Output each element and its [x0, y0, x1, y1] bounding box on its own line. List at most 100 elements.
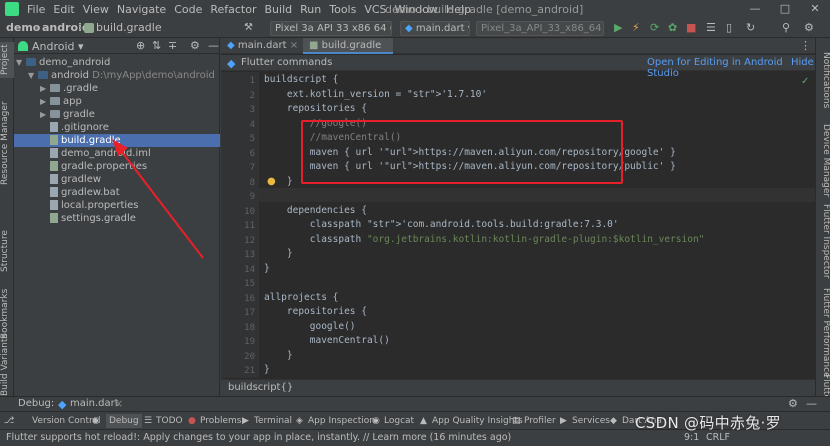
search-icon[interactable]: ⚲	[782, 21, 790, 34]
tab-debug[interactable]: Debug	[106, 414, 142, 428]
menu-build[interactable]: Build	[261, 3, 297, 16]
tool-tab-resource-manager[interactable]: Resource Manager	[0, 88, 14, 198]
tab-profiler[interactable]: Profiler	[524, 414, 556, 428]
locate-file-icon[interactable]: ⊕	[136, 39, 145, 52]
hot-restart-icon[interactable]: ⟳	[650, 21, 659, 34]
collapse-all-icon[interactable]: ∓	[168, 39, 177, 52]
tree-item[interactable]: local.properties	[50, 199, 139, 212]
code-line[interactable]: }	[264, 263, 270, 274]
debug-icon[interactable]: ✿	[668, 21, 677, 34]
code-line[interactable]: classpath "str">'com.android.tools.build…	[264, 219, 619, 230]
line-number: 12	[244, 235, 255, 246]
code-line[interactable]: google()	[264, 321, 356, 332]
tree-item[interactable]: ▶ app	[40, 95, 82, 108]
hot-reload-icon[interactable]: ⚡	[632, 21, 640, 34]
gear-icon[interactable]: ⚙	[190, 39, 200, 52]
minimize-icon[interactable]: —	[740, 0, 770, 18]
tree-item[interactable]: gradlew	[50, 173, 101, 186]
hide-link[interactable]: Hide	[791, 57, 814, 68]
tab-build-gradle[interactable]: ■ build.gradle ×	[303, 38, 393, 67]
breadcrumb-module[interactable]: android	[42, 21, 90, 34]
tab-app-inspection[interactable]: App Inspection	[308, 414, 375, 428]
tree-item[interactable]: .gitignore	[50, 121, 109, 134]
menu-run[interactable]: Run	[296, 3, 325, 16]
tool-tab-device-manager[interactable]: Device Manager	[818, 124, 830, 197]
tab-main-dart[interactable]: ◆ main.dart ×	[221, 38, 303, 54]
lightbulb-icon[interactable]: ●	[267, 176, 276, 187]
menu-code[interactable]: Code	[170, 3, 206, 16]
hide-panel-icon[interactable]: —	[208, 39, 219, 52]
device-manager-icon[interactable]: ▯	[726, 21, 732, 34]
menu-tools[interactable]: Tools	[325, 3, 360, 16]
sdk-manager-icon[interactable]: ☰	[706, 21, 716, 34]
tool-tab-structure[interactable]: Structure	[0, 226, 14, 276]
tab-problems[interactable]: Problems	[200, 414, 241, 428]
tab-app-quality-insights[interactable]: App Quality Insights	[432, 414, 523, 428]
menu-edit[interactable]: Edit	[49, 3, 78, 16]
tab-todo[interactable]: TODO	[156, 414, 183, 428]
breadcrumb-file[interactable]: build.gradle	[96, 21, 162, 34]
flutter-commands-bar: ◆ Flutter commands Open for Editing in A…	[221, 55, 815, 79]
code-line[interactable]: }	[264, 350, 293, 361]
tab-terminal[interactable]: Terminal	[254, 414, 292, 428]
tab-services[interactable]: Services	[572, 414, 610, 428]
avd-selector[interactable]: Pixel_3a_API_33_x86_64 ▾	[476, 21, 604, 36]
tree-item[interactable]: settings.gradle	[50, 212, 136, 225]
tab-label: main.dart	[237, 40, 287, 51]
tab-version-control[interactable]: Version Control	[32, 414, 101, 428]
code-line[interactable]: ext.kotlin_version = "str">'1.7.10'	[264, 89, 487, 100]
tree-item[interactable]: demo_android.iml	[50, 147, 151, 160]
line-number: 18	[244, 322, 255, 333]
sync-icon[interactable]: ↻	[746, 21, 755, 34]
project-view-selector[interactable]: Android ▾	[32, 40, 84, 53]
gear-icon[interactable]: ⚙	[788, 397, 798, 410]
stop-icon[interactable]: ■	[686, 21, 696, 34]
hammer-icon[interactable]: ⚒	[244, 22, 256, 34]
run-icon[interactable]: ▶	[614, 21, 622, 34]
debug-config[interactable]: main.dart	[70, 398, 119, 409]
code-line[interactable]: }	[264, 248, 293, 259]
tree-module[interactable]: ▼ android D:\myApp\demo\android	[28, 69, 215, 82]
menu-view[interactable]: View	[79, 3, 113, 16]
tab-logcat[interactable]: Logcat	[384, 414, 414, 428]
tabs-menu-icon[interactable]: ⋮	[800, 39, 811, 52]
maximize-icon[interactable]: □	[770, 0, 800, 18]
run-config-selector[interactable]: ◆ main.dart ▾	[400, 21, 470, 36]
settings-icon[interactable]: ⚙	[804, 21, 814, 34]
status-message[interactable]: Flutter supports hot reload!: Apply chan…	[6, 432, 511, 443]
line-number: 7	[249, 163, 255, 173]
close-icon[interactable]: ×	[114, 397, 123, 410]
menu-file[interactable]: File	[23, 3, 49, 16]
tool-tab-flutter-outline[interactable]: Flutter Outline	[818, 374, 830, 396]
open-in-android-studio-link[interactable]: Open for Editing in Android Studio	[647, 57, 815, 79]
code-line[interactable]: }	[264, 364, 270, 375]
code-line[interactable]: dependencies {	[264, 205, 367, 216]
tree-item[interactable]: ▶ gradle	[40, 108, 95, 121]
tool-tab-notifications[interactable]: Notifications	[818, 52, 830, 112]
dart-file-icon: ◆	[227, 40, 235, 51]
code-line[interactable]: classpath "org.jetbrains.kotlin:kotlin-g…	[264, 234, 705, 245]
expand-all-icon[interactable]: ⇅	[152, 39, 161, 52]
tool-tab-flutter-inspector[interactable]: Flutter Inspector	[818, 204, 830, 280]
code-line[interactable]: buildscript {	[264, 74, 338, 85]
tree-item[interactable]: ▶ .gradle	[40, 82, 98, 95]
hide-panel-icon[interactable]: —	[806, 397, 817, 410]
tool-tab-build-variants[interactable]: Build Variants	[0, 334, 14, 396]
close-icon[interactable]: ✕	[800, 0, 830, 18]
menu-navigate[interactable]: Navigate	[113, 3, 170, 16]
tree-item-selected[interactable]: build.gradle	[14, 134, 220, 147]
code-line[interactable]: repositories {	[264, 103, 367, 114]
tree-item[interactable]: gradle.properties	[50, 160, 147, 173]
tree-item[interactable]: gradlew.bat	[50, 186, 120, 199]
code-breadcrumb[interactable]: buildscript{}	[221, 379, 815, 396]
tool-tab-flutter-performance[interactable]: Flutter Performance	[818, 288, 830, 378]
device-selector[interactable]: Pixel 3a API 33 x86 64 (mobile) ▾	[270, 21, 392, 36]
tree-root[interactable]: ▼ demo_android	[16, 56, 110, 69]
tree-label: demo_android	[39, 57, 111, 68]
code-line[interactable]: repositories {	[264, 306, 367, 317]
code-line[interactable]: allprojects {	[264, 292, 338, 303]
close-icon[interactable]: ×	[290, 40, 298, 51]
tool-tab-project[interactable]: Project	[0, 42, 14, 78]
code-line[interactable]: mavenCentral()	[264, 335, 390, 346]
menu-refactor[interactable]: Refactor	[206, 3, 260, 16]
